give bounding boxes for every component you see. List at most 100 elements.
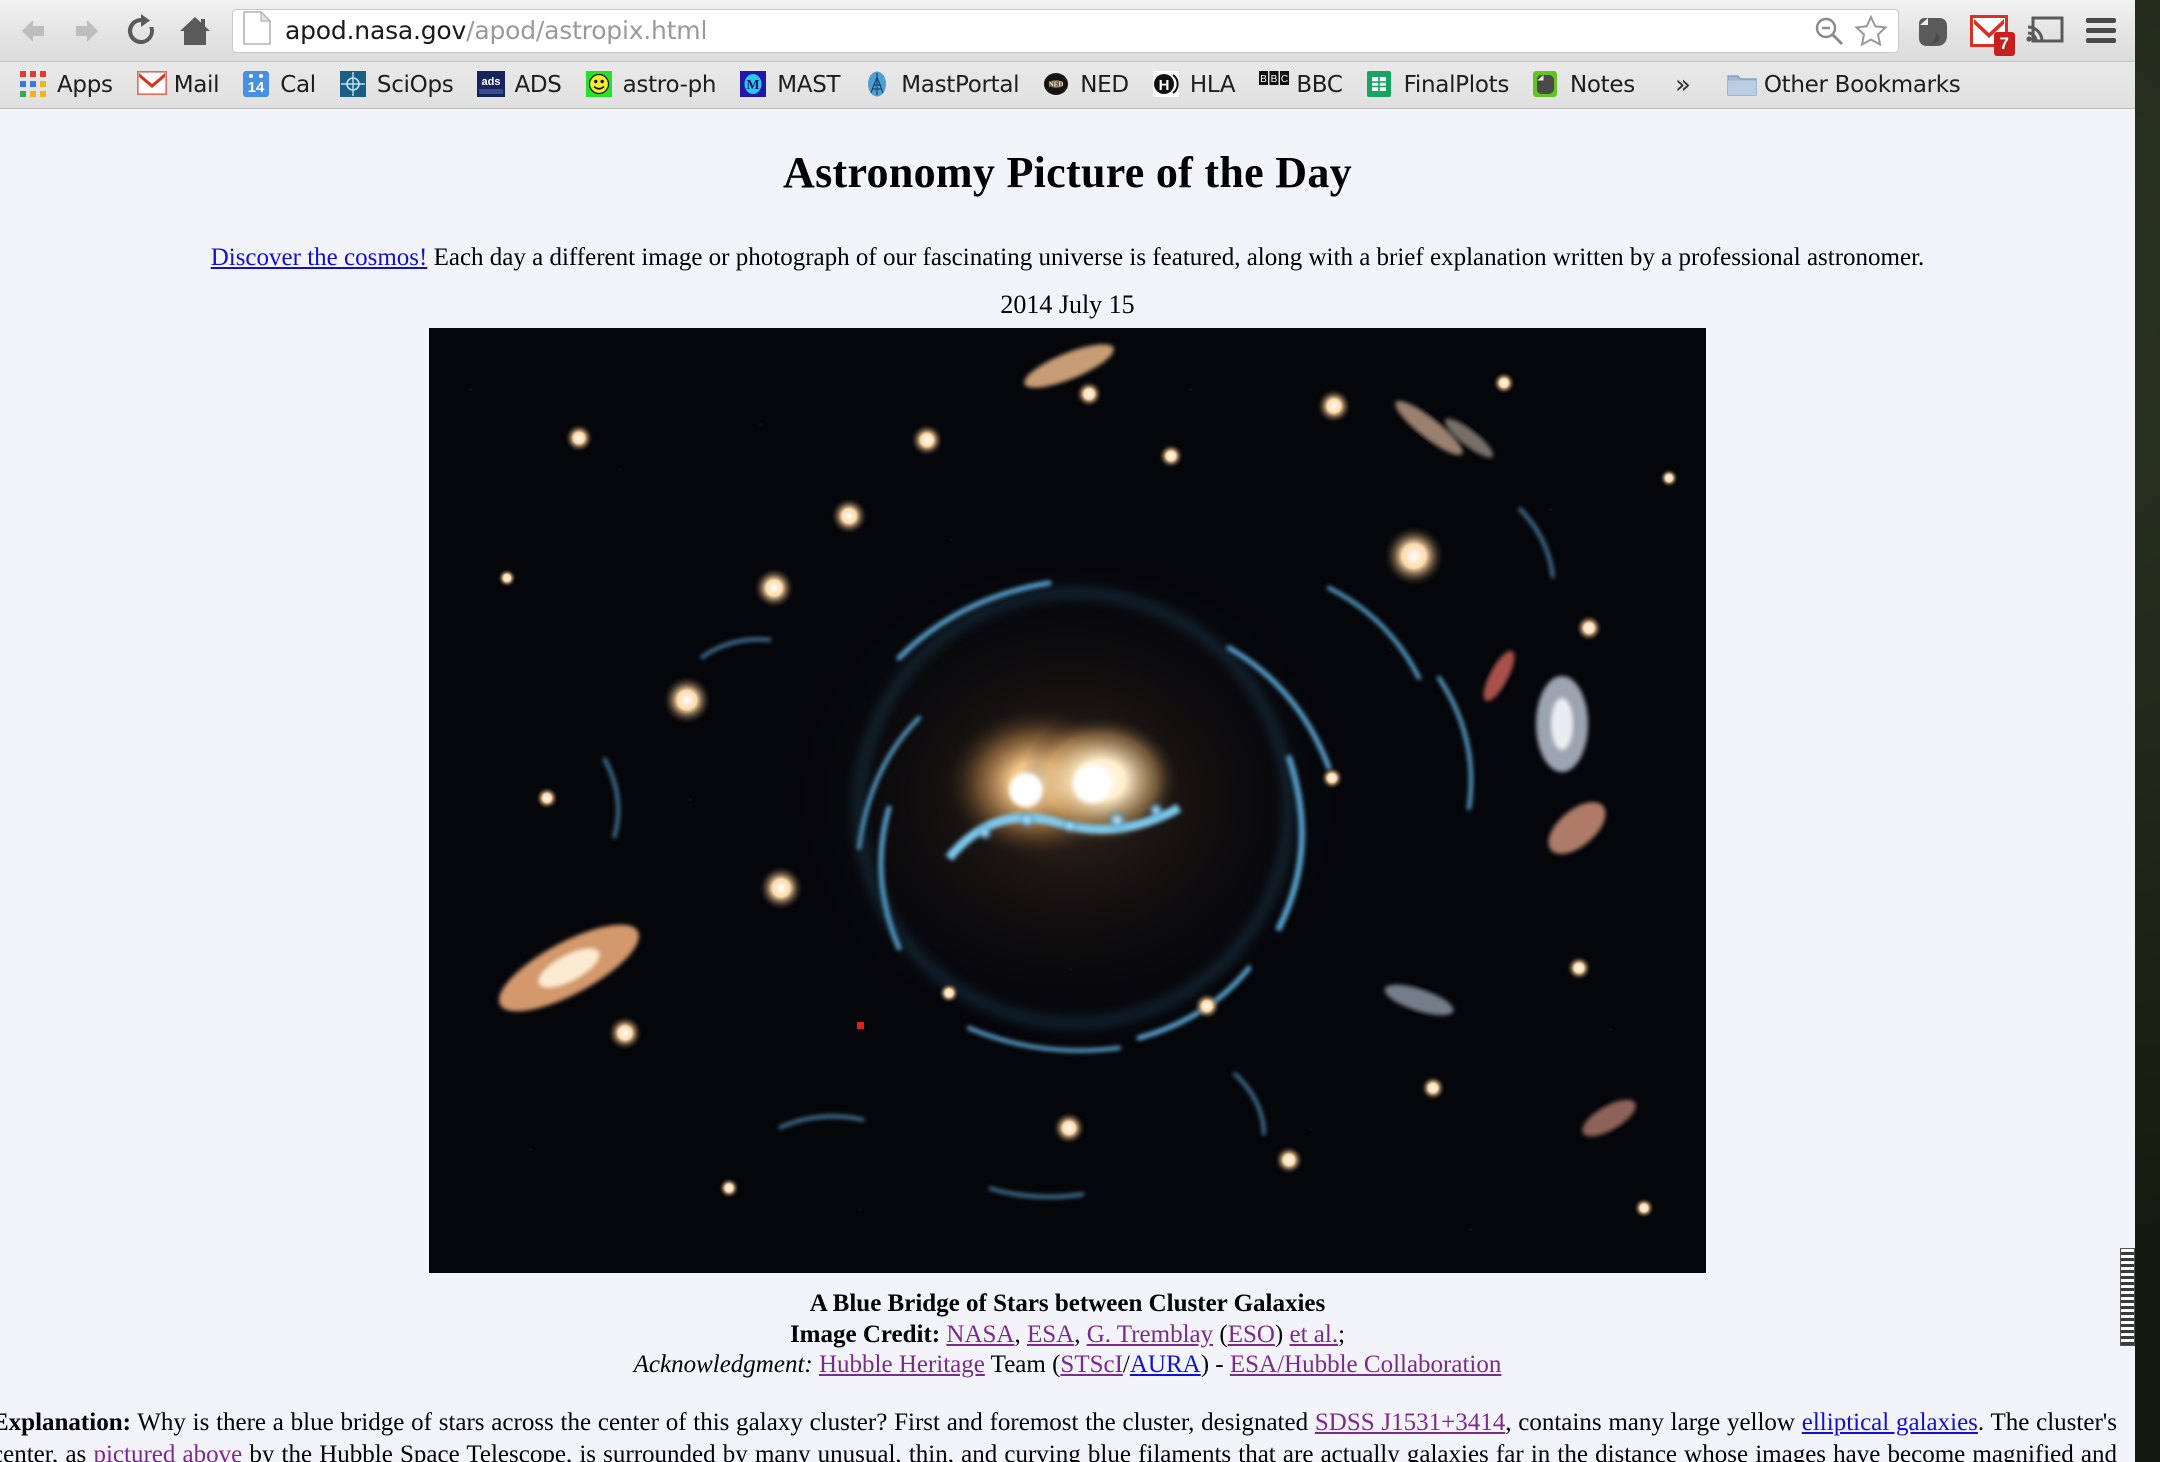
bbc-icon: B B C <box>1259 71 1290 99</box>
bookmark-mail[interactable]: Mail <box>125 66 232 104</box>
menu-line <box>2086 38 2116 43</box>
bookmark-notes[interactable]: Notes <box>1521 66 1647 104</box>
link-elliptical-galaxies-1[interactable]: elliptical galaxies <box>1802 1409 1978 1436</box>
reload-button[interactable] <box>114 4 168 58</box>
explanation-text: Why is there a blue bridge of stars acro… <box>130 1408 1315 1436</box>
ack-label: Acknowledgment: <box>633 1351 813 1378</box>
other-bookmarks-button[interactable]: Other Bookmarks <box>1715 66 1973 104</box>
bookmark-label: NED <box>1080 72 1129 98</box>
svg-text:B: B <box>1260 74 1267 85</box>
bookmark-label: SciOps <box>376 72 454 98</box>
evernote-icon[interactable] <box>1905 4 1961 58</box>
apps-grid-icon <box>20 71 48 99</box>
scrollbar-grip[interactable] <box>2120 1248 2135 1346</box>
caption-credit: Image Credit: NASA, ESA, G. Tremblay (ES… <box>789 1320 1346 1348</box>
bookmark-label: Mail <box>173 72 220 98</box>
apod-image[interactable] <box>429 328 1706 1273</box>
ned-icon: NED <box>1043 71 1071 99</box>
tagline-text: Each day a different image or photograph… <box>427 244 1925 271</box>
svg-text:ads: ads <box>482 76 501 88</box>
bookmark-label: astro-ph <box>622 72 717 98</box>
folder-icon <box>1727 71 1757 99</box>
bookmark-label: Notes <box>1570 72 1635 98</box>
web-page-content: Astronomy Picture of the Day Discover th… <box>0 109 2135 1462</box>
bookmark-label: MastPortal <box>901 72 1020 98</box>
svg-text:C: C <box>1281 74 1288 85</box>
bookmark-astro-ph[interactable]: astro-ph <box>574 66 729 104</box>
svg-text:B: B <box>1271 74 1278 85</box>
browser-toolbar: apod.nasa.gov/apod/astropix.html 7 <box>0 0 2135 62</box>
svg-text:14: 14 <box>248 79 265 96</box>
hla-icon: H <box>1152 71 1181 99</box>
credit-link-nasa[interactable]: NASA <box>946 1321 1014 1348</box>
apod-date: 2014 July 15 <box>1000 290 1135 319</box>
explanation-text: , contains many large yellow <box>1505 1408 1802 1436</box>
document-icon <box>243 10 272 50</box>
bookmark-ads[interactable]: ads ADS <box>465 66 573 104</box>
calendar-14-icon: 14 <box>243 71 271 99</box>
bookmark-apps[interactable]: Apps <box>8 66 125 104</box>
explanation-text: by the Hubble Space Telescope, is surrou… <box>242 1441 2118 1462</box>
bookmark-label: Cal <box>280 72 316 98</box>
credit-link-tremblay[interactable]: G. Tremblay <box>1087 1321 1213 1348</box>
ack-link-hubble-heritage[interactable]: Hubble Heritage <box>819 1351 985 1378</box>
address-bar[interactable]: apod.nasa.gov/apod/astropix.html <box>232 8 1899 53</box>
caption-title: A Blue Bridge of Stars between Cluster G… <box>809 1290 1326 1317</box>
other-bookmarks-label: Other Bookmarks <box>1763 72 1961 98</box>
star-icon[interactable] <box>1850 10 1892 52</box>
browser-window: apod.nasa.gov/apod/astropix.html 7 Apps … <box>0 0 2135 1462</box>
bookmark-hla[interactable]: H HLA <box>1141 66 1247 104</box>
svg-text:H: H <box>1158 77 1169 94</box>
url-path: /apod/astropix.html <box>466 16 708 45</box>
cast-icon[interactable] <box>2017 4 2073 58</box>
sheets-icon <box>1366 71 1395 99</box>
ads-icon: ads <box>477 71 506 99</box>
menu-line <box>2086 18 2116 23</box>
image-caption: A Blue Bridge of Stars between Cluster G… <box>0 1289 2135 1381</box>
forward-button[interactable] <box>60 4 114 58</box>
url-text: apod.nasa.gov/apod/astropix.html <box>285 16 1808 45</box>
caption-acknowledgment: Acknowledgment: Hubble Heritage Team (ST… <box>633 1351 1502 1378</box>
ack-link-stsci[interactable]: STScI <box>1060 1351 1123 1378</box>
credit-link-esa[interactable]: ESA <box>1027 1321 1074 1348</box>
back-button[interactable] <box>6 4 60 58</box>
bookmark-bbc[interactable]: B B C BBC <box>1247 66 1354 104</box>
bookmark-mastportal[interactable]: MastPortal <box>852 66 1031 104</box>
explanation-label: Explanation: <box>0 1408 131 1436</box>
svg-text:NED: NED <box>1049 81 1064 89</box>
bookmark-label: HLA <box>1189 72 1236 98</box>
bookmark-label: BBC <box>1296 72 1343 98</box>
bookmark-cal[interactable]: 14 Cal <box>231 66 328 104</box>
bookmark-label: Apps <box>57 72 113 98</box>
bookmarks-bar: Apps Mail 14 Cal SciOps ads ADS astro-ph… <box>0 62 2135 109</box>
bookmarks-overflow-button[interactable]: » <box>1647 70 1711 100</box>
discover-cosmos-link[interactable]: Discover the cosmos! <box>211 244 428 271</box>
credit-link-etal[interactable]: et al. <box>1290 1321 1339 1348</box>
bookmark-label: ADS <box>514 72 562 98</box>
ack-link-esa-hubble[interactable]: ESA/Hubble Collaboration <box>1230 1351 1502 1378</box>
bookmark-mast[interactable]: M MAST <box>728 66 852 104</box>
mastportal-icon <box>864 71 892 99</box>
svg-text:M: M <box>747 78 760 93</box>
bookmark-sciops[interactable]: SciOps <box>328 66 466 104</box>
credit-label: Image Credit: <box>789 1320 941 1348</box>
mast-icon: M <box>740 71 768 99</box>
page-tagline: Discover the cosmos! Each day a differen… <box>0 244 2135 272</box>
astroph-smiley-icon <box>585 71 614 99</box>
page-title: Astronomy Picture of the Day <box>783 148 1352 197</box>
link-pictured-above[interactable]: pictured above <box>93 1441 242 1462</box>
explanation-paragraph: Explanation: Why is there a blue bridge … <box>0 1407 2127 1462</box>
sciops-icon <box>339 71 368 99</box>
apod-image-canvas <box>429 328 1706 1273</box>
chrome-menu-button[interactable] <box>2073 4 2129 58</box>
credit-link-eso[interactable]: ESO <box>1228 1321 1275 1348</box>
gmail-unread-badge: 7 <box>1993 31 2015 56</box>
link-sdss[interactable]: SDSS J1531+3414 <box>1315 1409 1505 1436</box>
ack-link-aura[interactable]: AURA <box>1130 1351 1201 1378</box>
home-button[interactable] <box>168 4 222 58</box>
gmail-icon[interactable]: 7 <box>1961 4 2017 58</box>
zoom-out-icon[interactable] <box>1808 10 1850 52</box>
gmail-icon <box>136 71 167 99</box>
bookmark-finalplots[interactable]: FinalPlots <box>1355 66 1521 104</box>
bookmark-ned[interactable]: NED NED <box>1031 66 1141 104</box>
